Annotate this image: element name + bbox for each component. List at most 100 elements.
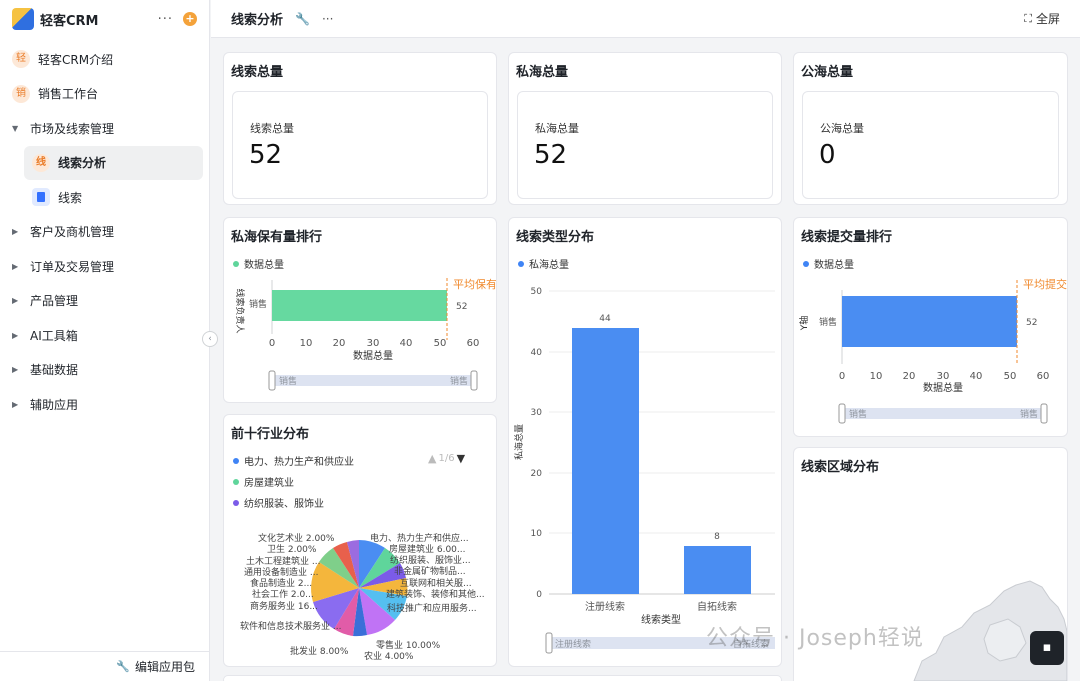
watermark-text: 公众号 · Joseph轻说 <box>706 626 924 651</box>
y-tick-label: 30 <box>531 408 543 418</box>
x-tick-label: 20 <box>333 338 346 349</box>
card-title: 线索区域分布 <box>801 460 880 475</box>
pie-label: 卫生 2.00% <box>267 543 317 555</box>
legend-item[interactable]: 房屋建筑业 <box>233 474 294 489</box>
stat-label: 公海总量 <box>820 122 864 135</box>
slider-left-handle <box>268 370 276 391</box>
x-tick-label: 20 <box>903 371 916 382</box>
edit-app-button[interactable]: 🔧 编辑应用包 <box>0 651 209 681</box>
sidebar-group-ai[interactable]: ▶ AI工具箱 <box>0 318 209 353</box>
pie-label: 科技推广和应用服务... <box>387 602 477 614</box>
card-title: 私海总量 <box>516 65 569 80</box>
bar-self-clue <box>684 546 751 594</box>
legend-item[interactable]: 电力、热力生产和供应业 <box>233 453 354 468</box>
chat-icon[interactable]: ▪ <box>1030 631 1064 665</box>
legend-pager[interactable]: ▲ 1/6 ▼ <box>428 452 465 465</box>
legend-item[interactable]: 纺织服装、服饰业 <box>233 495 324 510</box>
sidebar-group-base[interactable]: ▶ 基础数据 <box>0 353 209 388</box>
stat-value: 0 <box>819 140 836 170</box>
fullscreen-button[interactable]: ⛶ 全屏 <box>1024 10 1060 27</box>
pager-label: 1/6 <box>438 453 455 464</box>
sidebar-group-customer[interactable]: ▶ 客户及商机管理 <box>0 215 209 250</box>
y-tick-label: 40 <box>531 348 543 358</box>
sidebar-item-label: 客户及商机管理 <box>30 225 115 240</box>
collapse-sidebar-button[interactable]: ‹ <box>202 331 218 347</box>
sidebar-group-order[interactable]: ▶ 订单及交易管理 <box>0 249 209 284</box>
settings-icon[interactable]: 🔧 <box>295 12 310 26</box>
pie-label: 非金属矿物制品... <box>394 565 466 577</box>
x-tick-label: 0 <box>839 371 845 382</box>
sidebar-item-label: 轻客CRM介绍 <box>38 52 114 67</box>
bar-sales <box>272 290 447 321</box>
sidebar-nav: 轻 轻客CRM介绍 销 销售工作台 ▼ 市场及线索管理 线 线索分析 线索 ▶ … <box>0 38 209 422</box>
edit-app-label: 编辑应用包 <box>134 660 195 674</box>
card-title: 前十行业分布 <box>231 427 310 442</box>
private-total-card: 私海总量 私海总量 52 <box>508 52 782 205</box>
sidebar: 轻客CRM ··· + 轻 轻客CRM介绍 销 销售工作台 ▼ 市场及线索管理 … <box>0 0 210 681</box>
x-tick-label: 40 <box>400 338 413 349</box>
legend-label: 房屋建筑业 <box>244 478 294 489</box>
range-slider-track <box>842 408 1045 419</box>
next-page-icon[interactable]: ▼ <box>457 452 465 465</box>
stat-box: 线索总量 52 <box>232 91 488 199</box>
caret-right-icon: ▶ <box>12 296 19 306</box>
x-tick-label: 50 <box>434 338 447 349</box>
bar-value-label: 52 <box>1026 318 1037 328</box>
stat-box: 私海总量 52 <box>517 91 773 199</box>
clue-analysis-icon: 线 <box>32 153 50 172</box>
caret-right-icon: ▶ <box>12 365 19 375</box>
slider-right-label: 销售 <box>450 375 468 387</box>
intro-icon: 轻 <box>12 50 30 69</box>
card-title: 私海保有量排行 <box>231 230 323 245</box>
stat-label: 线索总量 <box>250 122 294 135</box>
public-total-card: 公海总量 公海总量 0 <box>793 52 1068 205</box>
more-icon[interactable]: ··· <box>322 12 333 26</box>
range-slider-track <box>272 375 475 386</box>
add-icon[interactable]: + <box>183 12 197 26</box>
pie-label: 建筑装饰、装修和其他... <box>386 588 485 600</box>
sidebar-item-intro[interactable]: 轻 轻客CRM介绍 <box>0 42 209 77</box>
stat-label: 私海总量 <box>535 122 579 135</box>
sidebar-item-label: 产品管理 <box>30 294 79 309</box>
sidebar-group-market[interactable]: ▼ 市场及线索管理 <box>0 111 209 146</box>
more-icon[interactable]: ··· <box>158 12 173 27</box>
sidebar-group-aux[interactable]: ▶ 辅助应用 <box>0 387 209 422</box>
document-icon <box>32 188 50 207</box>
pie-label: 农业 4.00% <box>364 650 414 662</box>
pie-label: 房屋建筑业 6.00... <box>389 543 465 555</box>
y-axis-title: Y轴 <box>798 316 810 332</box>
pie-label: 批发业 8.00% <box>290 645 349 657</box>
sidebar-item-clue-analysis[interactable]: 线 线索分析 <box>24 145 203 180</box>
bar-value-label: 44 <box>599 314 611 324</box>
legend-dot <box>803 260 809 267</box>
app-name: 轻客CRM <box>40 13 99 29</box>
sidebar-item-label: 线索分析 <box>58 156 107 171</box>
industry-card: 前十行业分布 电力、热力生产和供应业 房屋建筑业 纺织服装、服饰业 ▲ 1/6 … <box>223 414 497 667</box>
y-tick-label: 0 <box>536 590 542 600</box>
prev-page-icon[interactable]: ▲ <box>428 452 436 465</box>
sidebar-item-label: 基础数据 <box>30 363 79 378</box>
pie-label: 商务服务业 16... <box>250 600 318 612</box>
page-header: 线索分析 🔧 ··· ⛶ 全屏 <box>211 0 1080 38</box>
stat-value: 52 <box>249 140 283 170</box>
slider-right-handle <box>1040 403 1048 424</box>
sidebar-item-clue[interactable]: 线索 <box>24 180 203 215</box>
bar-value-label: 8 <box>714 532 720 542</box>
legend-dot <box>233 478 239 485</box>
y-tick-label: 销售 <box>249 298 267 310</box>
app-logo <box>12 8 34 30</box>
stat-value: 52 <box>534 140 568 170</box>
sidebar-item-workbench[interactable]: 销 销售工作台 <box>0 77 209 112</box>
sidebar-group-product[interactable]: ▶ 产品管理 <box>0 284 209 319</box>
bar-register-clue <box>572 328 639 594</box>
card-title: 公海总量 <box>801 65 854 80</box>
sidebar-item-label: 线索 <box>58 190 83 205</box>
bottom-card <box>223 675 782 681</box>
fullscreen-label: 全屏 <box>1035 12 1060 26</box>
slider-right-handle <box>470 370 478 391</box>
card-title: 线索类型分布 <box>516 230 595 245</box>
sidebar-item-label: AI工具箱 <box>30 328 78 343</box>
y-tick-label: 销售 <box>819 316 837 328</box>
bar-sales <box>842 296 1017 347</box>
x-tick-label: 30 <box>937 371 950 382</box>
